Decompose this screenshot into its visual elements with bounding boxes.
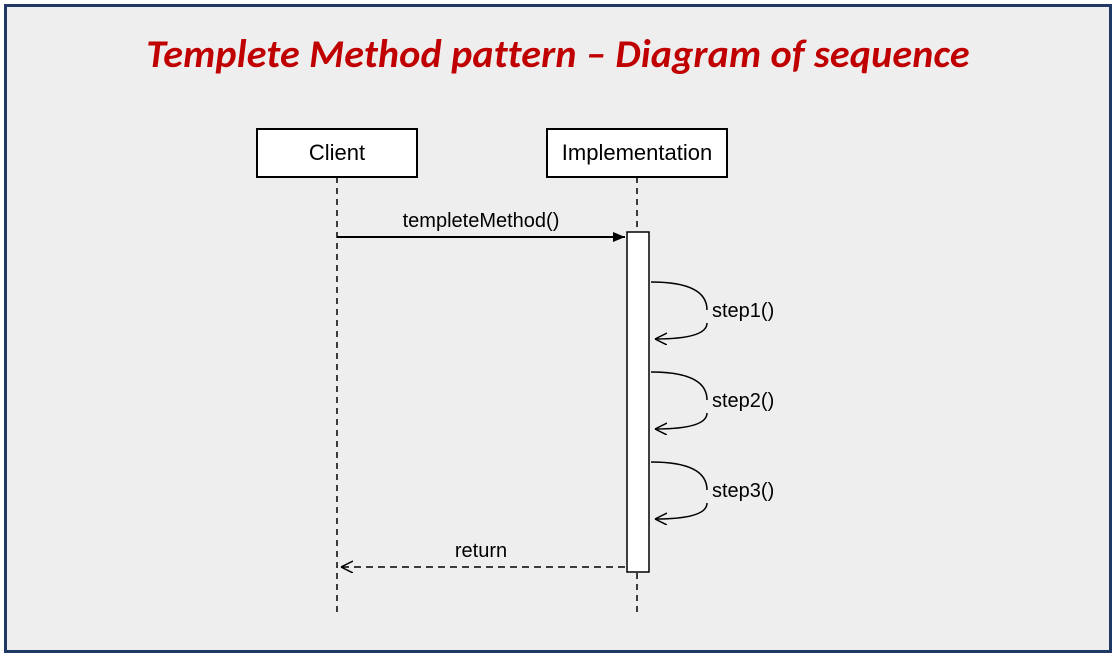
sequence-diagram: Client Implementation templeteMethod() s… xyxy=(237,127,877,627)
participant-implementation-label: Implementation xyxy=(562,140,712,165)
selfcall-step2: step2() xyxy=(651,372,774,429)
activation-implementation xyxy=(627,232,649,572)
selfcall-step2-label: step2() xyxy=(712,390,774,412)
diagram-title: Templete Method pattern – Diagram of seq… xyxy=(7,29,1109,78)
selfcall-step3: step3() xyxy=(651,462,774,519)
selfcall-step1-label: step1() xyxy=(712,300,774,322)
message-call-label: templeteMethod() xyxy=(403,210,560,232)
message-return-label: return xyxy=(455,540,507,562)
diagram-frame: Templete Method pattern – Diagram of seq… xyxy=(4,4,1112,653)
selfcall-step3-label: step3() xyxy=(712,480,774,502)
participant-client-label: Client xyxy=(309,140,365,165)
selfcall-step1: step1() xyxy=(651,282,774,339)
